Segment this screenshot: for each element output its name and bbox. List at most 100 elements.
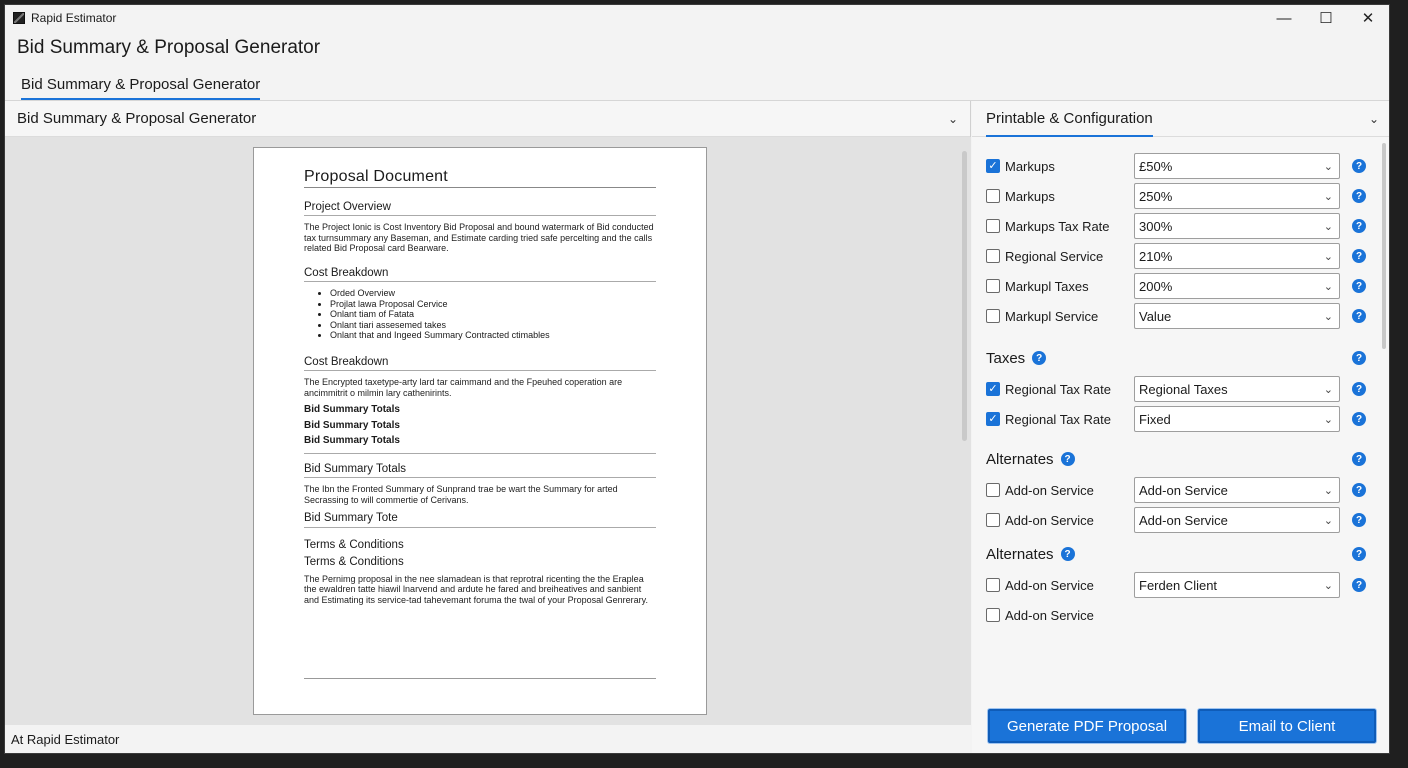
config-row: Add-on Service Add-on Service ⌄ ? — [986, 507, 1366, 533]
select-value: £50% — [1139, 158, 1173, 174]
select-value: 210% — [1139, 248, 1173, 264]
config-row: Add-on Service — [986, 602, 1366, 628]
list-item: Onlant tiari assesemed takes — [330, 320, 656, 331]
chevron-down-icon: ⌄ — [1323, 514, 1333, 527]
regional-tax-rate-checkbox[interactable]: ✓ — [986, 412, 1000, 426]
help-icon[interactable]: ? — [1060, 547, 1075, 561]
select-value: 200% — [1139, 278, 1173, 294]
list-item: Onlant tiam of Fatata — [330, 309, 656, 320]
add-on-service-checkbox[interactable] — [986, 608, 1000, 622]
help-icon[interactable]: ? — [1352, 159, 1366, 173]
help-icon[interactable]: ? — [1352, 249, 1366, 263]
cost-breakdown-text: The Encrypted taxetype-arty lard tar cai… — [304, 377, 623, 398]
help-icon[interactable]: ? — [1352, 578, 1366, 592]
bid-totals-line: Bid Summary Totals — [304, 404, 400, 415]
section-label: Taxes — [986, 349, 1026, 367]
add-on-service-checkbox[interactable] — [986, 483, 1000, 497]
tab-bid-summary[interactable]: Bid Summary & Proposal Generator — [17, 76, 264, 100]
project-overview-text: The Project Ionic is Cost Inventory Bid … — [304, 222, 654, 253]
add-on-service-checkbox[interactable] — [986, 513, 1000, 527]
chevron-down-icon: ⌄ — [1323, 220, 1333, 233]
config-row: Add-on Service Ferd‌en Client ⌄ ? — [986, 572, 1366, 598]
chevron-down-icon[interactable]: ⌄ — [948, 112, 958, 126]
proposal-page: Proposal Document Project Overview The P… — [253, 147, 707, 715]
config-row: ✓ Regional Tax Rate Fixed ⌄ ? — [986, 406, 1366, 432]
select-value: Fixed — [1139, 411, 1171, 427]
option-label: Markupl Service — [1005, 308, 1099, 324]
email-client-button[interactable]: Email to Client — [1198, 709, 1376, 743]
help-icon[interactable]: ? — [1352, 189, 1366, 203]
configuration-pane: Printable & Configuration ⌄ ✓ Markups £5… — [972, 101, 1389, 753]
cost-breakdown-list: Orded Overview Projlat lawa Proposal Cer… — [330, 288, 656, 341]
option-label: Add-on Service — [1005, 512, 1094, 528]
markup-select[interactable]: 200% ⌄ — [1134, 273, 1340, 299]
config-row: Markupl Service Value ⌄ ? — [986, 303, 1366, 329]
alternates-section-heading-2: Alternates ? ? — [986, 542, 1366, 566]
chevron-down-icon: ⌄ — [1323, 413, 1333, 426]
help-icon[interactable]: ? — [1352, 483, 1366, 497]
add-on-service-checkbox[interactable] — [986, 578, 1000, 592]
client-select[interactable]: Ferd‌en Client ⌄ — [1134, 572, 1340, 598]
help-icon[interactable]: ? — [1352, 412, 1366, 426]
help-icon[interactable]: ? — [1352, 547, 1366, 561]
project-overview-heading: Project Overview — [304, 201, 656, 216]
maximize-button[interactable]: ☐ — [1305, 5, 1347, 31]
select-value: Regional Taxes — [1139, 381, 1228, 397]
markup-select[interactable]: 250% ⌄ — [1134, 183, 1340, 209]
tax-select[interactable]: Regional Taxes ⌄ — [1134, 376, 1340, 402]
list-item: Orded Overview — [330, 288, 656, 299]
generate-pdf-button[interactable]: Generate PDF Proposal — [988, 709, 1186, 743]
divider — [304, 452, 656, 454]
bid-summary-totals-heading: Bid Summary Totals — [304, 463, 656, 478]
alternate-select[interactable]: Add-on Service ⌄ — [1134, 507, 1340, 533]
option-label: Regional Tax Rate — [1005, 381, 1111, 397]
regional-service-checkbox[interactable] — [986, 249, 1000, 263]
document-title: Proposal Document — [304, 169, 656, 188]
chevron-down-icon: ⌄ — [1323, 484, 1333, 497]
markups-checkbox[interactable] — [986, 189, 1000, 203]
config-scrollbar[interactable] — [1382, 143, 1386, 349]
help-icon[interactable]: ? — [1352, 382, 1366, 396]
help-icon[interactable]: ? — [1352, 279, 1366, 293]
select-value: Add-on Service — [1139, 512, 1228, 528]
close-button[interactable]: ✕ — [1347, 5, 1389, 31]
app-window: Rapid Estimator — ☐ ✕ Bid Summary & Prop… — [4, 4, 1390, 754]
app-title: Bid Summary & Proposal Generator — [17, 37, 321, 58]
preview-header[interactable]: Bid Summary & Proposal Generator ⌄ — [5, 101, 970, 137]
chevron-down-icon[interactable]: ⌄ — [1369, 112, 1379, 126]
config-row: ✓ Regional Tax Rate Regional Taxes ⌄ ? — [986, 376, 1366, 402]
footer-divider — [304, 678, 656, 679]
markup-select[interactable]: 300% ⌄ — [1134, 213, 1340, 239]
markup-service-checkbox[interactable] — [986, 309, 1000, 323]
config-row: Regional Service 210% ⌄ ? — [986, 243, 1366, 269]
help-icon[interactable]: ? — [1032, 351, 1047, 365]
help-icon[interactable]: ? — [1352, 452, 1366, 466]
config-row: Markups 250% ⌄ ? — [986, 183, 1366, 209]
taxes-section-heading: Taxes ? ? — [986, 346, 1366, 370]
help-icon[interactable]: ? — [1060, 452, 1075, 466]
bid-summary-tote-heading: Bid Summary Tote — [304, 512, 656, 528]
help-icon[interactable]: ? — [1352, 513, 1366, 527]
tab-printable-configuration[interactable]: Printable & Configuration — [986, 101, 1153, 137]
preview-scrollbar[interactable] — [962, 151, 967, 441]
title-bar: Rapid Estimator — ☐ ✕ — [5, 5, 1389, 31]
section-label: Alternates — [986, 450, 1054, 468]
select-value: Add-on Service — [1139, 482, 1228, 498]
minimize-button[interactable]: — — [1263, 5, 1305, 31]
chevron-down-icon: ⌄ — [1323, 250, 1333, 263]
alternate-select[interactable]: Add-on Service ⌄ — [1134, 477, 1340, 503]
tax-select[interactable]: Fixed ⌄ — [1134, 406, 1340, 432]
window-controls: — ☐ ✕ — [1263, 5, 1389, 31]
markup-taxes-checkbox[interactable] — [986, 279, 1000, 293]
help-icon[interactable]: ? — [1352, 351, 1366, 365]
markup-select[interactable]: 210% ⌄ — [1134, 243, 1340, 269]
help-icon[interactable]: ? — [1352, 309, 1366, 323]
cost-breakdown-heading-2: Cost Breakdown — [304, 356, 656, 371]
markup-select[interactable]: £50% ⌄ — [1134, 153, 1340, 179]
help-icon[interactable]: ? — [1352, 219, 1366, 233]
markup-select[interactable]: Value ⌄ — [1134, 303, 1340, 329]
markups-tax-rate-checkbox[interactable] — [986, 219, 1000, 233]
regional-tax-rate-checkbox[interactable]: ✓ — [986, 382, 1000, 396]
markups-checkbox[interactable]: ✓ — [986, 159, 1000, 173]
bid-totals-line: Bid Summary Totals — [304, 435, 400, 446]
